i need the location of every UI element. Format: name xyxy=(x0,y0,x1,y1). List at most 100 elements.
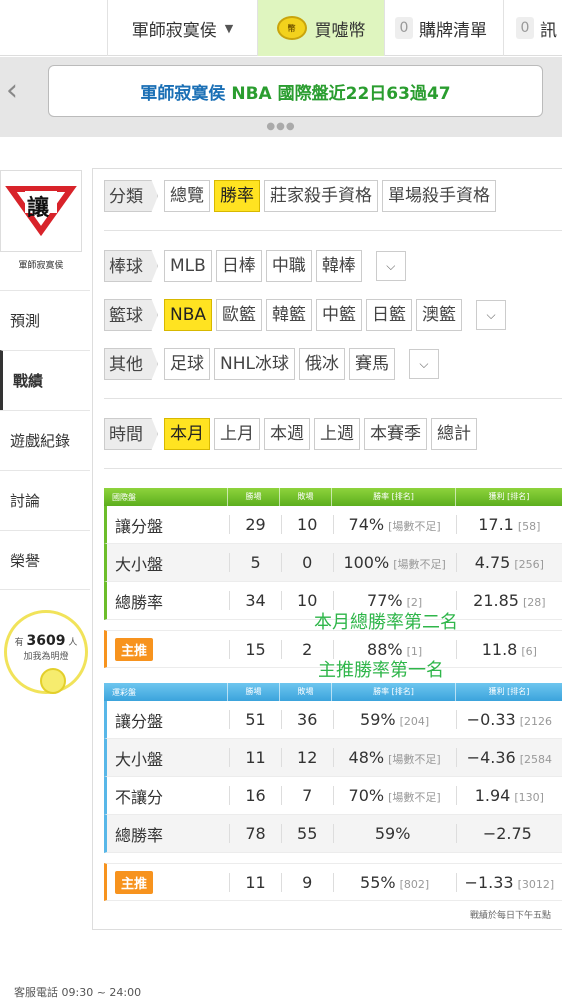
row-profit-cell: −4.36 [2584 xyxy=(455,748,562,767)
filter-row-basketball: 籃球 NBA 歐籃 韓籃 中籃 日籃 澳籃 ⌵ xyxy=(104,299,507,331)
chip-nbl[interactable]: 澳籃 xyxy=(416,299,463,331)
table-row: 總勝率 78 55 59% −2.75 xyxy=(104,815,562,853)
table-row: 不讓分 16 7 70% [場數不足] 1.94 [130] xyxy=(104,777,562,815)
chip-this-month[interactable]: 本月 xyxy=(164,418,210,450)
fans-label: 加我為明燈 xyxy=(23,652,69,662)
filter-row-time: 時間 本月 上月 本週 上週 本賽季 總計 xyxy=(104,418,481,450)
sidebar-item-predict[interactable]: 預測 xyxy=(0,290,90,350)
chip-season[interactable]: 本賽季 xyxy=(364,418,427,450)
chip-horse[interactable]: 賽馬 xyxy=(348,348,395,380)
chevron-down-icon[interactable]: ⌵ xyxy=(476,300,507,330)
chevron-down-icon[interactable]: ⌵ xyxy=(375,251,406,281)
header-cell: 勝率 [排名] xyxy=(331,683,455,701)
banner-card[interactable]: 軍師寂寞侯 NBA 國際盤近22日63過47 xyxy=(48,65,543,117)
main-pick-badge: 主推 xyxy=(115,637,154,661)
row-profit: −2.75 xyxy=(482,824,532,843)
cart-label: 購牌清單 xyxy=(419,20,487,41)
row-profit-cell: −2.75 xyxy=(455,824,562,843)
chip-npb[interactable]: 日棒 xyxy=(215,250,262,282)
chip-kbl[interactable]: 韓籃 xyxy=(266,299,313,331)
row-rate: 59% xyxy=(374,824,411,843)
row-rate-cell: 74% [場數不足] xyxy=(332,515,456,534)
cart-button[interactable]: 0 購牌清單 xyxy=(384,0,504,56)
chip-this-week[interactable]: 本週 xyxy=(264,418,310,450)
chip-kbo[interactable]: 韓棒 xyxy=(315,250,362,282)
row-rate-cell: 48% [場數不足] xyxy=(332,748,456,767)
chip-banker-killer[interactable]: 莊家殺手資格 xyxy=(264,180,378,212)
buy-coin-button[interactable]: 幣 買噓幣 xyxy=(258,0,384,56)
row-lose: 55 xyxy=(280,824,333,843)
chip-cpbl[interactable]: 中職 xyxy=(265,250,312,282)
header-cell: 國際盤 xyxy=(112,492,136,502)
row-rate: 48% xyxy=(348,748,385,767)
lightbulb-icon xyxy=(40,668,66,694)
sidebar-item-discuss[interactable]: 討論 xyxy=(0,470,90,530)
row-rate-rank: [場數不足] xyxy=(388,520,441,533)
chevron-down-icon[interactable]: ⌵ xyxy=(408,349,439,379)
profile-name: 軍師寂寞侯 xyxy=(18,261,64,271)
chip-cba[interactable]: 中籃 xyxy=(316,299,363,331)
avatar[interactable]: 讓 xyxy=(0,170,82,252)
chip-nhl[interactable]: NHL冰球 xyxy=(214,348,295,380)
banner-name: 軍師寂寞侯 xyxy=(140,83,226,104)
row-profit-cell: −1.33 [3012] xyxy=(455,872,562,892)
filter-row-category: 分類 總覽 勝率 莊家殺手資格 單場殺手資格 xyxy=(104,180,500,212)
row-profit: −0.33 xyxy=(466,710,516,729)
row-win: 11 xyxy=(229,748,281,767)
chip-bleague[interactable]: 日籃 xyxy=(366,299,413,331)
chip-last-week[interactable]: 上週 xyxy=(314,418,360,450)
row-win: 78 xyxy=(229,824,281,843)
row-rate-rank: [204] xyxy=(399,715,430,728)
row-lose: 12 xyxy=(280,748,333,767)
chip-nba[interactable]: NBA xyxy=(164,299,213,331)
sidebar-item-game-log[interactable]: 遊戲紀錄 xyxy=(0,410,90,470)
chip-last-month[interactable]: 上月 xyxy=(214,418,260,450)
row-profit-rank: [2126 xyxy=(519,715,552,728)
row-lose: 36 xyxy=(280,710,333,729)
row-profit-rank: [256] xyxy=(514,558,544,571)
row-win: 51 xyxy=(229,710,281,729)
row-rate-rank: [802] xyxy=(399,877,430,891)
row-name: 讓分盤 xyxy=(115,711,164,731)
filter-row-baseball: 棒球 MLB 日棒 中職 韓棒 ⌵ xyxy=(104,250,406,282)
chip-winrate[interactable]: 勝率 xyxy=(214,180,260,212)
sidebar-item-record[interactable]: 戰績 xyxy=(0,350,90,410)
filter-row-other: 其他 足球 NHL冰球 俄冰 賽馬 ⌵ xyxy=(104,348,439,380)
filter-label-basketball: 籃球 xyxy=(104,299,158,331)
carousel-dots[interactable]: ●●● xyxy=(0,121,562,132)
row-lose: 10 xyxy=(280,515,333,534)
row-win: 5 xyxy=(229,553,281,572)
user-menu[interactable]: 軍師寂寞侯 ▼ xyxy=(108,0,258,56)
row-rate-cell: 59% [204] xyxy=(332,710,456,729)
row-profit-rank: [58] xyxy=(517,520,541,533)
row-lose: 9 xyxy=(280,872,333,892)
row-name: 大小盤 xyxy=(115,554,164,574)
chip-khl[interactable]: 俄冰 xyxy=(298,348,345,380)
header-cell: 運彩盤 xyxy=(112,687,136,697)
chip-soccer[interactable]: 足球 xyxy=(164,348,210,380)
chevron-left-icon[interactable]: ‹ xyxy=(6,73,18,108)
filter-label-baseball: 棒球 xyxy=(104,250,158,282)
row-rate: 100% xyxy=(343,553,390,572)
fans-count: 3609 xyxy=(26,633,66,649)
chip-total[interactable]: 總計 xyxy=(431,418,477,450)
row-rate-rank: [場數不足] xyxy=(388,753,441,766)
footer-service-hours: 客服電話 09:30 ~ 24:00 xyxy=(14,986,142,999)
chip-mlb[interactable]: MLB xyxy=(164,250,212,282)
sidebar-item-honor[interactable]: 榮譽 xyxy=(0,530,90,590)
table-international: 國際盤 勝場 敗場 勝率 [排名] 獲利 [排名] 讓分盤 29 10 74%[… xyxy=(104,488,562,668)
message-button[interactable]: 0 訊 xyxy=(504,0,562,56)
cart-count-badge: 0 xyxy=(395,17,413,39)
row-profit-cell: 1.94 [130] xyxy=(455,786,562,805)
row-profit-cell: 4.75 [256] xyxy=(455,553,562,572)
row-profit-cell: −0.33 [2126 xyxy=(455,710,562,729)
row-lose: 7 xyxy=(280,786,333,805)
row-rate-cell: 70% [場數不足] xyxy=(332,786,456,805)
chip-euro[interactable]: 歐籃 xyxy=(216,299,263,331)
table-header: 運彩盤 勝場 敗場 勝率 [排名] 獲利 [排名] xyxy=(104,683,562,701)
annotation-main-rank: 主推勝率第一名 xyxy=(318,660,444,681)
row-profit-cell: 11.8 [6] xyxy=(455,639,562,659)
chip-single-killer[interactable]: 單場殺手資格 xyxy=(382,180,496,212)
chip-overview[interactable]: 總覽 xyxy=(164,180,210,212)
